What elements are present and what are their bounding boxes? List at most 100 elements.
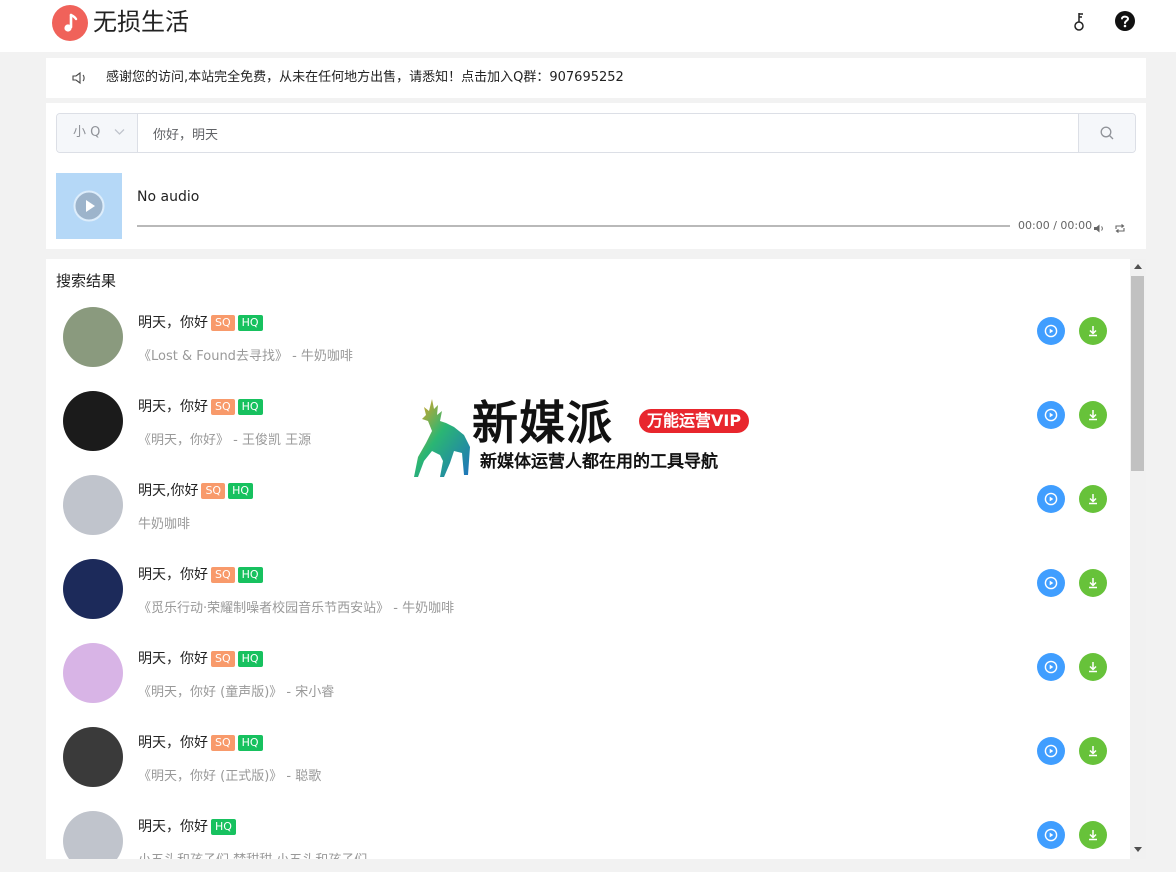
song-subtitle: 小五头和孩子们 梵甜甜 小五头和孩子们: [138, 852, 367, 859]
song-avatar: [63, 811, 123, 859]
download-button[interactable]: [1079, 569, 1107, 597]
song-subtitle: 牛奶咖啡: [138, 517, 191, 532]
search-input[interactable]: [139, 114, 1079, 152]
quality-badge-hq: HQ: [237, 315, 263, 331]
search-icon: [1100, 126, 1114, 140]
quality-badge-sq: SQ: [211, 315, 235, 331]
audio-progress-bar[interactable]: [137, 225, 1010, 227]
site-title[interactable]: 无损生活: [93, 6, 189, 38]
quality-badge-sq: SQ: [201, 483, 226, 499]
song-title[interactable]: 明天，你好 SQ HQ: [138, 397, 263, 417]
key-icon[interactable]: [1069, 10, 1091, 32]
quality-badge-hq: HQ: [237, 651, 263, 667]
music-note-icon[interactable]: [52, 5, 88, 41]
audio-cover[interactable]: [56, 173, 122, 239]
song-subtitle: 《Lost & Found去寻找》 - 牛奶咖啡: [138, 349, 353, 364]
song-avatar: [63, 727, 123, 787]
song-avatar: [63, 391, 123, 451]
play-icon: [1044, 660, 1058, 674]
result-row[interactable]: 明天，你好 SQ HQ 《明天，你好 (正式版)》 - 聪歌: [46, 721, 1130, 805]
play-icon: [1044, 744, 1058, 758]
play-icon: [1044, 828, 1058, 842]
result-row[interactable]: 明天，你好 SQ HQ 《Lost & Found去寻找》 - 牛奶咖啡: [46, 301, 1130, 385]
notice-text[interactable]: 感谢您的访问,本站完全免费，从未在任何地方出售，请悉知！点击加入Q群：90769…: [106, 69, 624, 87]
results-scrollbar[interactable]: [1130, 259, 1146, 859]
watermark-tag: 万能运营VIP: [639, 409, 750, 433]
deer-logo-icon: [414, 399, 470, 477]
download-button[interactable]: [1079, 401, 1107, 429]
song-subtitle: 《明天，你好》 - 王俊凯 王源: [138, 433, 312, 448]
song-avatar: [63, 307, 123, 367]
play-button[interactable]: [1037, 737, 1065, 765]
song-title-text: 明天，你好: [138, 819, 208, 835]
song-title[interactable]: 明天，你好 SQ HQ: [138, 733, 263, 753]
quality-badge-sq: SQ: [211, 567, 235, 583]
play-icon: [1044, 492, 1058, 506]
scroll-thumb[interactable]: [1131, 276, 1144, 471]
song-avatar: [63, 643, 123, 703]
quality-badge-hq: HQ: [211, 819, 236, 835]
song-title-text: 明天，你好: [138, 315, 208, 331]
quality-badge-hq: HQ: [237, 399, 263, 415]
download-button[interactable]: [1079, 485, 1107, 513]
play-button[interactable]: [1037, 317, 1065, 345]
result-row[interactable]: 明天,你好 SQ HQ 牛奶咖啡: [46, 469, 1130, 553]
search-player-panel: 小 Q No audio 00:00 / 00:00: [46, 103, 1146, 249]
play-circle-icon: [73, 190, 105, 222]
song-avatar: [63, 559, 123, 619]
download-icon: [1089, 494, 1097, 505]
play-icon: [1044, 408, 1058, 422]
loop-icon[interactable]: [1114, 219, 1126, 238]
song-title-text: 明天，你好: [138, 399, 208, 415]
quality-badge-sq: SQ: [211, 651, 235, 667]
download-button[interactable]: [1079, 317, 1107, 345]
download-icon: [1089, 662, 1097, 673]
source-select[interactable]: 小 Q: [57, 114, 138, 152]
play-button[interactable]: [1037, 569, 1065, 597]
search-box: 小 Q: [56, 113, 1136, 153]
play-button[interactable]: [1037, 401, 1065, 429]
header: 无损生活: [0, 0, 1176, 52]
quality-badge-hq: HQ: [228, 483, 254, 499]
song-subtitle: 《觅乐行动·荣耀制噪者校园音乐节西安站》 - 牛奶咖啡: [138, 601, 455, 616]
play-button[interactable]: [1037, 485, 1065, 513]
download-icon: [1089, 578, 1097, 589]
song-subtitle: 《明天，你好 (童声版)》 - 宋小睿: [138, 685, 335, 700]
speaker-icon: [72, 70, 88, 89]
volume-icon[interactable]: [1093, 219, 1105, 238]
notice-bar: 感谢您的访问,本站完全免费，从未在任何地方出售，请悉知！点击加入Q群：90769…: [46, 58, 1146, 98]
search-button[interactable]: [1078, 114, 1135, 152]
scroll-up-arrow-icon[interactable]: [1134, 264, 1142, 269]
quality-badge-hq: HQ: [237, 735, 263, 751]
play-button[interactable]: [1037, 653, 1065, 681]
download-button[interactable]: [1079, 737, 1107, 765]
result-row[interactable]: 明天，你好 SQ HQ 《觅乐行动·荣耀制噪者校园音乐节西安站》 - 牛奶咖啡: [46, 553, 1130, 637]
song-avatar: [63, 475, 123, 535]
scroll-down-arrow-icon[interactable]: [1134, 847, 1142, 852]
song-title[interactable]: 明天，你好 SQ HQ: [138, 649, 263, 669]
play-icon: [1044, 324, 1058, 338]
download-button[interactable]: [1079, 821, 1107, 849]
search-results: 搜索结果 明天，你好 SQ HQ 《Lost & Found去寻找》 - 牛奶咖啡 明天…: [46, 259, 1146, 859]
song-title[interactable]: 明天，你好 SQ HQ: [138, 565, 263, 585]
results-heading: 搜索结果: [56, 272, 117, 290]
song-title-text: 明天，你好: [138, 651, 208, 667]
quality-badge-hq: HQ: [237, 567, 263, 583]
download-icon: [1089, 410, 1097, 421]
result-row[interactable]: 明天，你好HQ 小五头和孩子们 梵甜甜 小五头和孩子们: [46, 805, 1130, 859]
play-button[interactable]: [1037, 821, 1065, 849]
song-title[interactable]: 明天，你好 SQ HQ: [138, 313, 263, 333]
download-icon: [1089, 746, 1097, 757]
song-title[interactable]: 明天,你好 SQ HQ: [138, 481, 254, 501]
download-button[interactable]: [1079, 653, 1107, 681]
quality-badge-sq: SQ: [211, 399, 235, 415]
watermark-brand: 新媒派: [472, 396, 613, 450]
song-title-text: 明天，你好: [138, 735, 208, 751]
download-icon: [1089, 326, 1097, 337]
download-icon: [1089, 830, 1097, 841]
result-row[interactable]: 明天，你好 SQ HQ 《明天，你好 (童声版)》 - 宋小睿: [46, 637, 1130, 721]
song-title[interactable]: 明天，你好 HQ: [138, 817, 236, 837]
quality-badge-sq: SQ: [211, 735, 235, 751]
watermark: 新媒派 万能运营VIP 新媒体运营人都在用的工具导航: [410, 395, 770, 479]
help-icon[interactable]: [1114, 10, 1136, 32]
